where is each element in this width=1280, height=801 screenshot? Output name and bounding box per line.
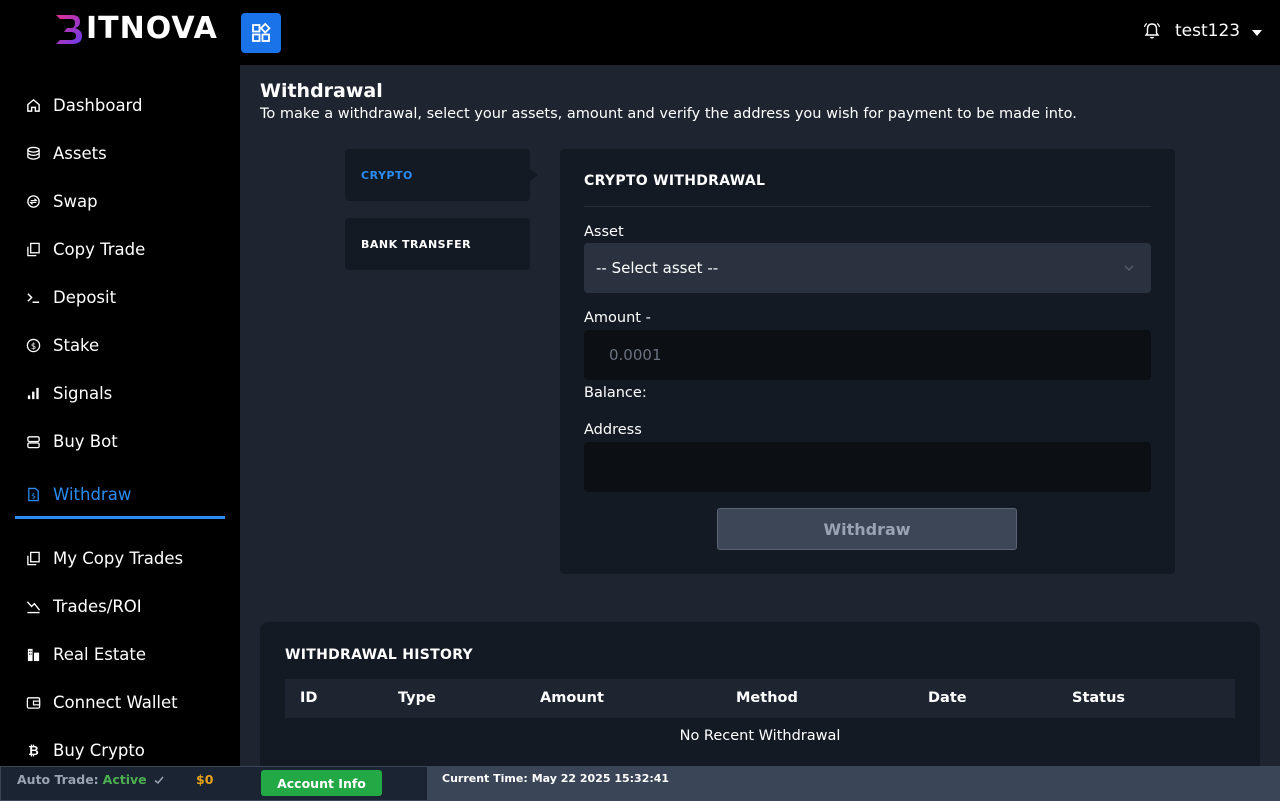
address-label: Address — [584, 422, 642, 438]
card-title: CRYPTO WITHDRAWAL — [584, 173, 766, 189]
sidebar-item-stake[interactable]: $ Stake — [15, 321, 225, 369]
logo-b-icon — [56, 15, 82, 44]
sidebar-item-dashboard[interactable]: Dashboard — [15, 81, 225, 129]
auto-trade-state: Active — [102, 772, 147, 787]
sidebar-item-label: Real Estate — [53, 644, 147, 664]
tab-bank-transfer[interactable]: BANK TRANSFER — [345, 218, 530, 270]
sidebar-item-swap[interactable]: Swap — [15, 177, 225, 225]
current-time-label: Current Time: — [442, 772, 528, 785]
column-header-type: Type — [398, 690, 436, 706]
tab-crypto[interactable]: CRYPTO — [345, 149, 538, 201]
sidebar-item-label: Copy Trade — [53, 239, 146, 259]
asset-select-value: -- Select asset -- — [596, 259, 719, 277]
bottom-status-bar: Auto Trade: Active $0 Account Info Curre… — [0, 766, 1280, 801]
chevron-down-icon — [1124, 265, 1134, 271]
deposit-icon — [25, 289, 41, 305]
apps-menu-button[interactable] — [241, 13, 281, 53]
building-icon — [25, 646, 41, 662]
svg-text:₿: ₿ — [28, 744, 39, 758]
amount-label: Amount - — [584, 310, 651, 326]
chart-icon — [25, 598, 41, 614]
amount-input[interactable]: 0.0001 — [584, 330, 1151, 380]
main-content: Withdrawal To make a withdrawal, select … — [240, 65, 1280, 767]
page-subtitle: To make a withdrawal, select your assets… — [260, 106, 1077, 122]
sidebar-item-label: Buy Crypto — [53, 740, 145, 760]
history-title: WITHDRAWAL HISTORY — [285, 647, 473, 663]
divider — [584, 206, 1151, 207]
auto-trade-label: Auto Trade: — [17, 772, 99, 787]
sidebar-item-assets[interactable]: Assets — [15, 129, 225, 177]
address-input[interactable] — [584, 442, 1151, 492]
bitcoin-icon: ₿ — [25, 742, 41, 758]
sidebar-item-label: Swap — [53, 191, 98, 211]
asset-select[interactable]: -- Select asset -- — [584, 243, 1151, 293]
svg-text:$: $ — [30, 340, 35, 350]
wallet-icon — [25, 694, 41, 710]
sidebar-item-label: Buy Bot — [53, 431, 118, 451]
notification-bell-icon[interactable] — [1143, 22, 1161, 40]
caret-down-icon — [1252, 29, 1263, 36]
sidebar-item-deposit[interactable]: Deposit — [15, 273, 225, 321]
svg-text:$: $ — [31, 491, 36, 500]
page-title: Withdrawal — [260, 80, 383, 102]
current-time-value: May 22 2025 15:32:41 — [531, 772, 670, 785]
empty-table-message: No Recent Withdrawal — [679, 728, 841, 744]
current-time: Current Time: May 22 2025 15:32:41 — [442, 772, 669, 785]
sidebar-item-label: Deposit — [53, 287, 117, 307]
username: test123 — [1175, 21, 1241, 41]
logo-text: ITNOVA — [86, 11, 218, 46]
auto-trade-panel: Auto Trade: Active $0 Account Info — [0, 766, 428, 801]
copy-icon — [25, 241, 41, 257]
sidebar-item-copy-trade[interactable]: Copy Trade — [15, 225, 225, 273]
tab-label: CRYPTO — [361, 168, 413, 182]
swap-icon — [25, 193, 41, 209]
sidebar-item-my-copy-trades[interactable]: My Copy Trades — [15, 534, 225, 582]
grid-icon — [252, 23, 271, 42]
column-header-amount: Amount — [540, 690, 604, 706]
column-header-id: ID — [300, 690, 318, 706]
sidebar-item-withdraw[interactable]: $ Withdraw — [15, 475, 225, 519]
sidebar-item-label: Signals — [53, 383, 113, 403]
sidebar-item-trades-roi[interactable]: Trades/ROI — [15, 582, 225, 630]
copy-icon — [25, 550, 41, 566]
sidebar-item-connect-wallet[interactable]: Connect Wallet — [15, 678, 225, 726]
sidebar-item-label: Withdraw — [53, 485, 132, 504]
balance-label: Balance: — [584, 385, 647, 401]
sidebar: ITNOVA Dashboard Assets Swap Copy Trade — [0, 0, 240, 801]
auto-trade-status: Auto Trade: Active — [17, 772, 165, 787]
sidebar-nav: Dashboard Assets Swap Copy Trade Deposit — [15, 81, 225, 774]
signal-bars-icon — [25, 385, 41, 401]
top-bar: test123 — [240, 0, 1280, 65]
sidebar-item-label: Assets — [53, 143, 107, 163]
column-header-date: Date — [928, 690, 967, 706]
crypto-withdrawal-card: CRYPTO WITHDRAWAL Asset -- Select asset … — [560, 149, 1175, 574]
user-menu[interactable]: test123 — [1175, 21, 1263, 41]
tab-label: BANK TRANSFER — [361, 237, 472, 251]
table-header: ID Type Amount Method Date Status — [285, 679, 1235, 718]
sidebar-item-label: Dashboard — [53, 95, 143, 115]
brand-logo[interactable]: ITNOVA — [52, 12, 218, 46]
column-header-method: Method — [736, 690, 798, 706]
asset-label: Asset — [584, 224, 624, 240]
home-icon — [25, 97, 41, 113]
column-header-status: Status — [1072, 690, 1126, 706]
account-info-button[interactable]: Account Info — [261, 770, 382, 796]
amount-placeholder: 0.0001 — [609, 346, 662, 364]
sidebar-item-label: Stake — [53, 335, 100, 355]
sidebar-item-label: Trades/ROI — [53, 596, 142, 616]
sidebar-item-label: Connect Wallet — [53, 692, 178, 712]
withdrawal-history-panel: WITHDRAWAL HISTORY ID Type Amount Method… — [260, 622, 1260, 767]
sidebar-item-signals[interactable]: Signals — [15, 369, 225, 417]
withdraw-button[interactable]: Withdraw — [717, 508, 1017, 550]
sidebar-item-buy-bot[interactable]: Buy Bot — [15, 417, 225, 465]
bot-icon — [25, 433, 41, 449]
database-icon — [25, 145, 41, 161]
document-dollar-icon: $ — [25, 487, 41, 503]
sidebar-item-real-estate[interactable]: Real Estate — [15, 630, 225, 678]
check-icon — [154, 776, 164, 784]
sidebar-item-label: My Copy Trades — [53, 548, 184, 568]
account-balance: $0 — [196, 772, 214, 787]
dollar-circle-icon: $ — [25, 337, 41, 353]
